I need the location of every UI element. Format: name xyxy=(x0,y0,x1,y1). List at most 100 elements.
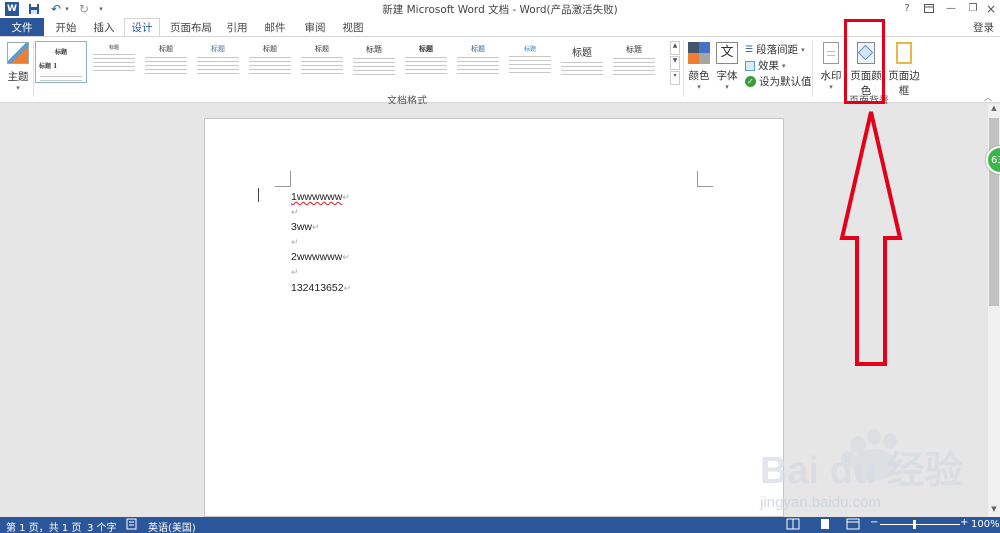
style-set-item[interactable]: 标题 xyxy=(609,41,659,83)
word-count-status[interactable]: 3 个字 xyxy=(87,519,117,533)
redo-icon[interactable]: ↻ xyxy=(76,1,92,17)
scroll-up-icon[interactable]: ▲ xyxy=(988,104,1000,116)
document-line[interactable]: 1wwwwww↵ xyxy=(291,191,350,203)
effects-button[interactable]: 效果 ▾ xyxy=(745,58,786,73)
watermark-label: 水印 xyxy=(820,70,842,82)
paragraph-spacing-button[interactable]: ☰ 段落间距 ▾ xyxy=(745,42,805,57)
style-set-item[interactable]: 标题 xyxy=(297,41,347,83)
tab-mailings[interactable]: 邮件 xyxy=(258,18,292,37)
margin-corner-mark xyxy=(275,171,291,187)
watermark-dropdown-icon: ▾ xyxy=(829,83,833,91)
colors-button[interactable]: 颜色 ▾ xyxy=(686,40,712,91)
zoom-in-icon[interactable]: + xyxy=(960,517,968,528)
paragraph-mark-icon: ↵ xyxy=(291,267,299,277)
effects-dropdown-icon: ▾ xyxy=(782,61,786,70)
themes-button[interactable]: 主题 ▾ xyxy=(4,40,32,98)
watermark-button[interactable]: 水印 ▾ xyxy=(818,40,844,91)
style-thumb-heading: 标题 xyxy=(54,49,67,56)
style-set-item[interactable]: 标题 xyxy=(453,41,503,83)
themes-label: 主题 xyxy=(7,71,29,83)
style-set-item[interactable]: 标题 xyxy=(245,41,295,83)
language-status[interactable]: 英语(美国) xyxy=(148,519,196,533)
style-thumb-sub: 标题 1 xyxy=(39,63,58,70)
checkmark-icon: ✓ xyxy=(745,76,756,87)
effects-label: 效果 xyxy=(758,60,779,72)
watermark-icon xyxy=(823,42,839,64)
page-borders-button[interactable]: 页面边框 xyxy=(886,40,922,97)
paragraph-mark-icon: ↵ xyxy=(343,283,352,293)
zoom-slider-thumb[interactable] xyxy=(913,520,916,529)
page-borders-label: 页面边框 xyxy=(888,70,920,97)
undo-dropdown-icon[interactable]: ▾ xyxy=(63,1,71,17)
tab-review[interactable]: 审阅 xyxy=(298,18,332,37)
colors-icon xyxy=(688,42,710,64)
paragraph-mark-icon: ↵ xyxy=(291,207,299,217)
tab-file[interactable]: 文件 xyxy=(0,18,44,37)
title-bar: W ↶ ▾ ↻ ▾ 新建 Microsoft Word 文档 - Word(产品… xyxy=(0,0,1000,18)
document-line[interactable]: ↵ xyxy=(291,236,299,248)
paragraph-mark-icon: ↵ xyxy=(312,222,320,232)
style-set-selected[interactable]: 标题 标题 1 xyxy=(35,41,87,83)
tab-page-layout[interactable]: 页面布局 xyxy=(166,18,216,37)
gallery-more-icon[interactable]: ▾ xyxy=(670,71,680,85)
word-window: W ↶ ▾ ↻ ▾ 新建 Microsoft Word 文档 - Word(产品… xyxy=(0,0,1000,533)
collapse-ribbon-icon[interactable]: ︿ xyxy=(984,92,992,103)
style-set-item[interactable]: 标题 xyxy=(141,41,191,83)
zoom-slider-track[interactable] xyxy=(880,524,960,525)
document-line[interactable]: ↵ xyxy=(291,266,299,278)
tab-view[interactable]: 视图 xyxy=(336,18,370,37)
style-set-gallery: 标题 标题 1 标题 标题 标题 标题 标题 标题 标题 标题 标题 标题 标题 xyxy=(35,41,679,87)
zoom-level[interactable]: 100% xyxy=(971,519,1000,530)
sign-in-link[interactable]: 登录 xyxy=(973,20,994,35)
ribbon-separator xyxy=(683,41,684,97)
zoom-out-icon[interactable]: − xyxy=(870,517,878,528)
word-logo-icon: W xyxy=(5,2,19,16)
tab-home[interactable]: 开始 xyxy=(48,18,84,37)
ribbon-separator xyxy=(33,41,34,97)
margin-corner-mark xyxy=(697,171,713,187)
document-line[interactable]: 3ww↵ xyxy=(291,221,320,233)
style-set-item[interactable]: 标题 xyxy=(89,41,139,83)
minimize-icon[interactable]: — xyxy=(940,1,962,16)
fonts-label: 字体 xyxy=(716,70,738,82)
document-line[interactable]: 132413652↵ xyxy=(291,282,351,294)
tab-references[interactable]: 引用 xyxy=(220,18,254,37)
page-count-status[interactable]: 第 1 页，共 1 页 xyxy=(6,519,81,533)
set-as-default-button[interactable]: ✓ 设为默认值 xyxy=(745,74,812,89)
baidu-watermark: Bai du 经验 jingyan.baidu.com xyxy=(759,429,963,511)
read-mode-icon[interactable] xyxy=(786,518,800,533)
ribbon-display-options-icon[interactable] xyxy=(918,1,940,16)
paragraph-mark-icon: ↵ xyxy=(291,237,299,247)
style-set-item[interactable]: 标题 xyxy=(505,41,555,83)
paragraph-mark-icon: ↵ xyxy=(342,252,350,262)
close-icon[interactable]: × xyxy=(980,1,1000,16)
style-set-item[interactable]: 标题 xyxy=(349,41,399,83)
themes-dropdown-icon: ▾ xyxy=(16,84,20,92)
watermark-url-text: jingyan.baidu.com xyxy=(759,494,881,511)
style-set-item[interactable]: 标题 xyxy=(557,41,607,83)
proofing-icon[interactable] xyxy=(126,518,138,533)
annotation-arrow-icon xyxy=(839,111,903,366)
save-icon[interactable] xyxy=(25,1,43,17)
gallery-scroll-down-icon[interactable]: ▼ xyxy=(670,56,680,70)
ribbon-separator xyxy=(812,41,813,97)
gallery-scroll-up-icon[interactable]: ▲ xyxy=(670,41,680,55)
fonts-button[interactable]: 文 字体 ▾ xyxy=(714,40,740,91)
undo-icon[interactable]: ↶ xyxy=(48,1,64,17)
paragraph-spacing-label: 段落间距 xyxy=(756,44,799,56)
paragraph-mark-icon: ↵ xyxy=(342,192,350,202)
tab-design[interactable]: 设计 xyxy=(124,18,160,37)
document-line[interactable]: 2wwwwww↵ xyxy=(291,251,350,263)
colors-dropdown-icon: ▾ xyxy=(697,83,701,91)
print-layout-icon[interactable] xyxy=(818,518,832,533)
paragraph-spacing-dropdown-icon: ▾ xyxy=(801,45,805,54)
style-set-item[interactable]: 标题 xyxy=(401,41,451,83)
tab-insert[interactable]: 插入 xyxy=(86,18,122,37)
document-line[interactable]: ↵ xyxy=(291,206,299,218)
fonts-dropdown-icon: ▾ xyxy=(725,83,729,91)
web-layout-icon[interactable] xyxy=(846,518,860,533)
help-button[interactable]: ? xyxy=(896,1,918,16)
style-set-item[interactable]: 标题 xyxy=(193,41,243,83)
qat-customize-icon[interactable]: ▾ xyxy=(96,1,106,17)
annotation-highlight-box xyxy=(844,19,885,104)
